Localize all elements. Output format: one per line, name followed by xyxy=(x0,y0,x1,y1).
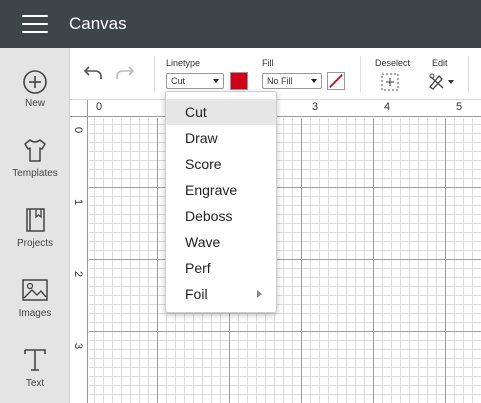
hamburger-menu-icon[interactable] xyxy=(22,15,48,33)
sidebar-item-label: Images xyxy=(18,308,52,319)
top-bar: Canvas xyxy=(0,0,481,48)
linetype-label: Linetype xyxy=(166,58,201,68)
redo-icon[interactable] xyxy=(114,62,136,84)
page-title: Canvas xyxy=(69,14,127,33)
caret-down-icon xyxy=(311,79,317,83)
ruler-number: 3 xyxy=(72,342,85,350)
linetype-color-swatch[interactable] xyxy=(230,72,248,90)
sidebar-item-new[interactable]: New xyxy=(0,64,70,134)
sidebar-item-label: Templates xyxy=(12,168,58,179)
book-icon xyxy=(26,208,45,232)
ruler-number: 0 xyxy=(96,101,103,113)
sidebar-item-templates[interactable]: Templates xyxy=(0,134,70,204)
ruler-number: 3 xyxy=(312,101,319,113)
sidebar-item-label: Text xyxy=(25,378,45,389)
ruler-number: 5 xyxy=(456,101,463,113)
plus-circle-icon xyxy=(23,70,47,94)
toolbar-divider xyxy=(468,56,469,92)
menu-item-deboss[interactable]: Deboss xyxy=(166,203,276,229)
sidebar-item-label: Projects xyxy=(16,238,54,249)
ruler-number: 2 xyxy=(72,270,85,278)
text-t-icon xyxy=(24,349,46,371)
ruler-number: 4 xyxy=(384,101,391,113)
undo-icon[interactable] xyxy=(82,62,104,84)
fill-select[interactable]: No Fill xyxy=(262,73,322,89)
sidebar-item-text[interactable]: Text xyxy=(0,344,70,403)
deselect-icon[interactable] xyxy=(381,73,399,91)
sidebar-item-label: New xyxy=(24,98,45,109)
left-sidebar: New Templates Projects Images Text xyxy=(0,48,70,403)
menu-item-cut[interactable]: Cut xyxy=(166,99,276,125)
horizontal-ruler: 0 1 2 3 4 5 xyxy=(88,100,481,117)
menu-item-draw[interactable]: Draw xyxy=(166,125,276,151)
image-icon xyxy=(22,279,48,301)
submenu-arrow-icon xyxy=(257,290,262,298)
ruler-number: 1 xyxy=(72,198,85,206)
menu-item-perf[interactable]: Perf xyxy=(166,255,276,281)
vertical-ruler: 0 1 2 3 xyxy=(70,117,88,403)
linetype-select[interactable]: Cut xyxy=(166,73,224,89)
menu-item-engrave[interactable]: Engrave xyxy=(166,177,276,203)
sidebar-item-images[interactable]: Images xyxy=(0,274,70,344)
shirt-icon xyxy=(24,139,46,162)
fill-color-swatch[interactable] xyxy=(327,72,345,90)
no-fill-slash-icon xyxy=(329,74,343,88)
linetype-value: Cut xyxy=(171,76,186,86)
sidebar-item-projects[interactable]: Projects xyxy=(0,204,70,274)
deselect-label: Deselect xyxy=(375,58,411,68)
toolbar-divider xyxy=(154,56,155,92)
menu-item-score[interactable]: Score xyxy=(166,151,276,177)
caret-down-icon xyxy=(213,79,219,83)
fill-label: Fill xyxy=(262,58,274,68)
ruler-number: 0 xyxy=(72,126,85,134)
canvas-grid[interactable] xyxy=(89,118,481,403)
ruler-corner xyxy=(70,100,88,117)
menu-item-foil[interactable]: Foil xyxy=(166,281,276,307)
menu-item-wave[interactable]: Wave xyxy=(166,229,276,255)
menu-item-label: Foil xyxy=(185,286,208,302)
edit-tools-icon[interactable] xyxy=(428,72,456,90)
edit-label: Edit xyxy=(432,58,448,68)
toolbar-divider xyxy=(360,56,361,92)
fill-value: No Fill xyxy=(267,76,293,86)
linetype-dropdown-menu: Cut Draw Score Engrave Deboss Wave Perf … xyxy=(165,91,277,313)
